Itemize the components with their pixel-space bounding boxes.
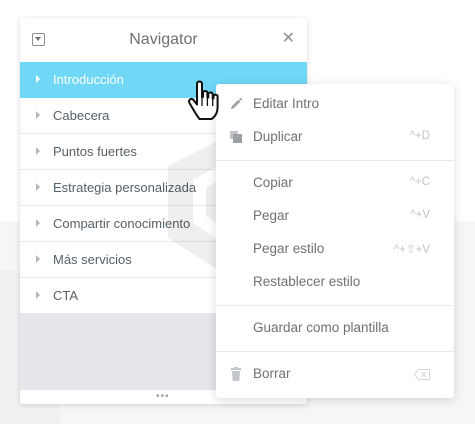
- menu-item-edit[interactable]: Editar Intro: [216, 90, 454, 120]
- menu-item-label: Copiar: [253, 175, 293, 190]
- navigator-header: Navigator ✕: [20, 18, 307, 62]
- hand-pointer-icon: [187, 80, 219, 120]
- menu-item-paste-style[interactable]: Pegar estilo ^+⇧+V: [216, 235, 454, 265]
- menu-item-label: Editar Intro: [253, 96, 320, 111]
- caret-right-icon[interactable]: [36, 291, 40, 299]
- menu-item-shortcut: ^+C: [409, 176, 430, 188]
- menu-item-shortcut: ^+D: [409, 130, 430, 142]
- navigator-item-label: Más servicios: [53, 252, 132, 267]
- pencil-icon: [231, 97, 243, 109]
- menu-item-label: Pegar estilo: [253, 241, 325, 256]
- menu-item-reset-style[interactable]: Restablecer estilo: [216, 268, 454, 298]
- menu-item-label: Duplicar: [253, 129, 303, 144]
- caret-right-icon[interactable]: [36, 219, 40, 227]
- menu-item-label: Restablecer estilo: [253, 274, 361, 289]
- menu-item-shortcut: ^+V: [410, 209, 430, 221]
- navigator-item-label: CTA: [53, 288, 79, 303]
- trash-icon: [231, 367, 241, 381]
- menu-item-label: Pegar: [253, 208, 290, 223]
- menu-item-shortcut: ^+⇧+V: [393, 244, 430, 256]
- menu-item-delete[interactable]: Borrar: [216, 360, 454, 390]
- caret-right-icon[interactable]: [36, 147, 40, 155]
- menu-item-label: Guardar como plantilla: [253, 320, 389, 335]
- menu-separator: [216, 305, 454, 306]
- menu-item-save-template[interactable]: Guardar como plantilla: [216, 314, 454, 344]
- menu-separator: [216, 160, 454, 161]
- menu-item-copy[interactable]: Copiar ^+C: [216, 169, 454, 199]
- backspace-icon: [414, 369, 430, 380]
- context-menu: Editar Intro Duplicar ^+D Copiar ^+C Peg…: [216, 84, 454, 398]
- close-icon[interactable]: ✕: [282, 30, 295, 48]
- navigator-item-label: Puntos fuertes: [53, 144, 137, 159]
- menu-separator: [216, 351, 454, 352]
- caret-right-icon[interactable]: [36, 255, 40, 263]
- menu-item-duplicate[interactable]: Duplicar ^+D: [216, 123, 454, 153]
- duplicate-icon: [230, 131, 242, 143]
- menu-item-label: Borrar: [253, 366, 291, 381]
- caret-right-icon[interactable]: [36, 183, 40, 191]
- menu-item-paste[interactable]: Pegar ^+V: [216, 202, 454, 232]
- caret-right-icon[interactable]: [36, 75, 40, 83]
- navigator-title: Navigator: [129, 31, 198, 48]
- navigator-item-label: Introducción: [53, 72, 124, 87]
- resize-handle-icon[interactable]: •••: [156, 392, 170, 402]
- navigator-item-label: Cabecera: [53, 108, 110, 123]
- caret-right-icon[interactable]: [36, 111, 40, 119]
